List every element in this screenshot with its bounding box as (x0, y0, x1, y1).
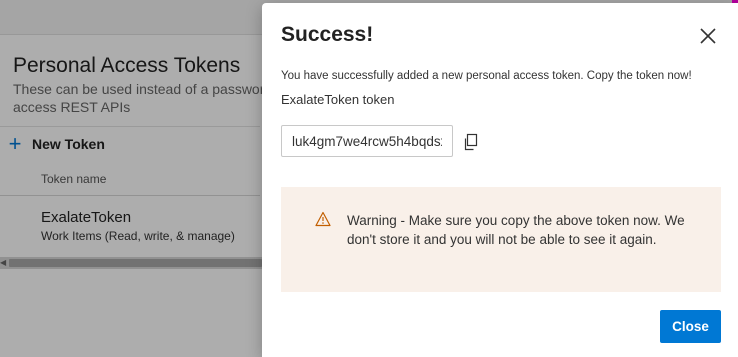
warning-box: Warning - Make sure you copy the above t… (281, 187, 721, 292)
copy-icon[interactable] (462, 133, 480, 151)
token-value-field[interactable] (281, 125, 453, 157)
success-dialog: Success! You have successfully added a n… (262, 3, 738, 357)
dialog-message: You have successfully added a new person… (281, 70, 692, 82)
dialog-title: Success! (281, 23, 374, 46)
warning-icon (315, 211, 331, 227)
close-icon[interactable] (695, 23, 721, 49)
warning-text: Warning - Make sure you copy the above t… (347, 213, 685, 247)
close-button[interactable]: Close (660, 310, 721, 343)
token-name-label: ExalateToken token (281, 92, 395, 107)
